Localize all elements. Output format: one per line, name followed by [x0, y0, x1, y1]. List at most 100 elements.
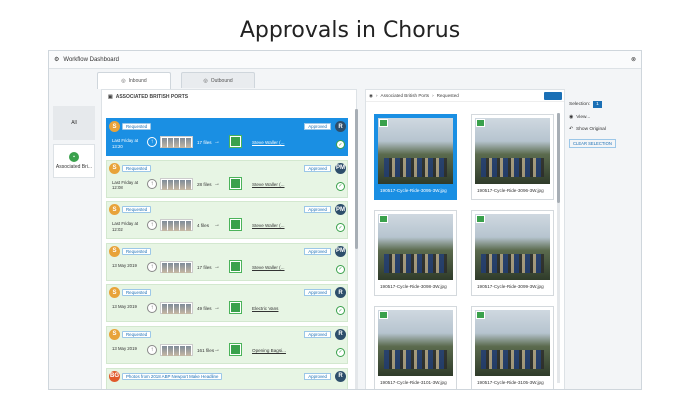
tab-inbound-label: Inbound [128, 78, 147, 84]
destination-icon [229, 218, 242, 232]
tab-outbound[interactable]: ◎ Outbound [181, 72, 255, 88]
source-tag-icon [476, 119, 485, 127]
table-row[interactable]: S Requested 13 May 2019 ↑ 17 files → Ste… [106, 242, 348, 281]
destination-icon [229, 259, 242, 273]
view-action[interactable]: ◉ View... [569, 115, 639, 120]
undo-icon: ↶ [569, 127, 574, 132]
table-row[interactable]: S Requested Last Friday at 12:08 ↑ 28 fi… [106, 159, 348, 198]
timestamp: 13 May 2019 [112, 345, 137, 351]
upload-icon: ↑ [147, 137, 157, 147]
destination-icon [229, 342, 242, 356]
inbound-icon: ◎ [121, 78, 126, 84]
thumbnail-card[interactable]: 190517-Cycle-Ride-3099-3W.jpg [471, 210, 554, 296]
tab-bar: ◎ Inbound ◎ Outbound [97, 72, 255, 89]
source-tag-icon [379, 311, 388, 319]
source-tag-icon [476, 311, 485, 319]
nav-item-all[interactable]: All [53, 106, 95, 140]
thumbnail-grid: 190517-Cycle-Ride-3095-3W.jpg 190517-Cyc… [374, 114, 554, 389]
thumbnail-caption: 190517-Cycle-Ride-3098-3W.jpg [380, 284, 447, 289]
recipient-link[interactable]: Steve Waller (... [252, 182, 285, 187]
recipient-link[interactable]: Electric Vans [252, 306, 278, 311]
table-row[interactable]: S Requested Last Friday at 13:20 ↑ 17 fi… [106, 118, 348, 156]
workflow-icon: ⚙ [54, 57, 60, 63]
status-badge: Requested [122, 330, 152, 338]
destination-icon [229, 301, 242, 315]
upload-icon: ↑ [147, 303, 157, 314]
source-tag-icon [476, 215, 485, 223]
recipient-link[interactable]: Steve Waller (... [252, 223, 285, 228]
thumbnail-card[interactable]: 190517-Cycle-Ride-3105-3W.jpg [471, 306, 554, 389]
page-title: Approvals in Chorus [239, 18, 461, 43]
list-scrollbar[interactable] [355, 109, 358, 389]
window-titlebar: ⚙ Workflow Dashboard ⊗ [49, 51, 641, 69]
thumbnail-strip [160, 260, 193, 273]
gallery-panel: ◉ › Associated British Ports › Requested… [365, 89, 565, 389]
gallery-tools-button[interactable] [544, 92, 562, 100]
avatar: PM [335, 245, 346, 257]
upload-icon: ↑ [147, 261, 157, 272]
recipient-link[interactable]: Steve Waller (... [252, 140, 285, 145]
thumbnail-card[interactable]: 190517-Cycle-Ride-3095-3W.jpg [374, 114, 457, 200]
file-count: 161 files [197, 347, 215, 353]
home-icon[interactable]: ◉ [369, 93, 373, 99]
thumbnail-card[interactable]: 190517-Cycle-Ride-3098-3W.jpg [374, 210, 457, 296]
clear-selection-button[interactable]: CLEAR SELECTION [569, 139, 616, 148]
selection-count: 1 [593, 101, 602, 108]
close-icon[interactable]: ⊗ [631, 56, 636, 63]
photo-thumbnail [378, 310, 453, 376]
sender-badge-icon: S [109, 204, 120, 216]
sender-badge-icon: S [109, 328, 120, 340]
eye-icon: ◉ [569, 115, 574, 120]
thumbnail-card[interactable]: 190517-Cycle-Ride-3101-3W.jpg [374, 306, 457, 389]
thumbnail-strip [160, 219, 193, 232]
outbound-icon: ◎ [203, 77, 208, 84]
upload-icon: ↑ [147, 344, 157, 355]
table-row[interactable]: BG Photos from 2018 ABP Newport Make Hea… [106, 367, 348, 389]
show-original-action[interactable]: ↶ Show Original [569, 127, 639, 132]
check-icon[interactable]: ✓ [336, 306, 345, 316]
check-icon[interactable]: ✓ [336, 347, 345, 357]
recipient-link[interactable]: Opening Bagsi... [252, 348, 286, 353]
avatar: R [335, 328, 346, 340]
check-icon[interactable]: ✓ [336, 181, 345, 191]
approved-badge: Approved [304, 289, 331, 297]
tab-inbound[interactable]: ◎ Inbound [97, 72, 171, 89]
photo-thumbnail [475, 310, 550, 376]
photo-thumbnail [475, 118, 550, 184]
recipient-link[interactable]: Steve Waller (... [252, 265, 285, 270]
table-row[interactable]: S Requested 13 May 2019 ↑ 161 files → Op… [106, 325, 348, 364]
breadcrumb: ◉ › Associated British Ports › Requested [366, 90, 564, 102]
timestamp: Last Friday at 12:08 [112, 179, 139, 191]
approved-badge: Approved [304, 330, 331, 338]
selection-panel: Selection: 1 ◉ View... ↶ Show Original C… [569, 101, 639, 155]
file-count: 17 files [197, 264, 212, 270]
thumbnail-caption: 190517-Cycle-Ride-3095-3W.jpg [380, 188, 447, 193]
gallery-scrollbar[interactable] [557, 113, 560, 383]
check-icon[interactable]: ✓ [336, 140, 345, 149]
check-icon[interactable]: ✓ [336, 264, 345, 274]
check-icon[interactable]: ✓ [336, 223, 345, 233]
arrow-right-icon: → [214, 305, 220, 312]
thumbnail-caption: 190517-Cycle-Ride-3096-3W.jpg [477, 188, 544, 193]
nav-item-associated-british-ports[interactable]: ▪ Associated Bri... [53, 144, 95, 178]
table-row[interactable]: S Requested 13 May 2019 ↑ 49 files → Ele… [106, 284, 348, 323]
workflow-window: ⚙ Workflow Dashboard ⊗ ◎ Inbound ◎ Outbo… [48, 50, 642, 390]
breadcrumb-item[interactable]: Requested [437, 93, 459, 98]
status-badge: Requested [122, 123, 152, 130]
photo-thumbnail [378, 214, 453, 280]
breadcrumb-item[interactable]: Associated British Ports [381, 93, 430, 98]
sender-badge-icon: ▪ [69, 152, 79, 162]
table-row[interactable]: S Requested Last Friday at 12:02 ↑ 4 fil… [106, 201, 348, 240]
thumbnail-card[interactable]: 190517-Cycle-Ride-3096-3W.jpg [471, 114, 554, 200]
arrow-right-icon: → [214, 222, 220, 229]
tab-outbound-label: Outbound [210, 77, 233, 84]
thumbnail-strip [160, 302, 193, 315]
timestamp: Last Friday at 12:02 [112, 221, 139, 232]
selection-label: Selection: [569, 102, 591, 107]
approved-badge: Approved [304, 123, 331, 130]
status-badge: Requested [122, 206, 152, 214]
thumbnail-strip [160, 136, 193, 148]
selection-line: Selection: 1 [569, 101, 639, 108]
destination-icon [229, 176, 242, 190]
approved-badge: Approved [304, 164, 331, 172]
